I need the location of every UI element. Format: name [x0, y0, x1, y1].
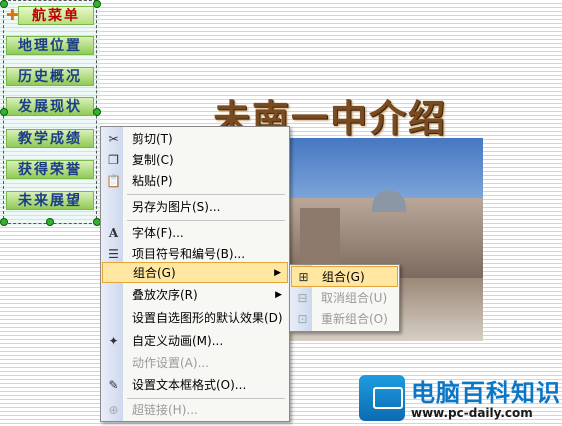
menu-item-action-settings[interactable]: 动作设置(A)... [102, 353, 288, 374]
paste-icon: 📋 [106, 174, 121, 188]
resize-handle[interactable] [0, 0, 8, 8]
ungroup-icon: ⊟ [297, 291, 308, 305]
scissors-icon: ✂ [108, 132, 119, 146]
menu-item-order[interactable]: 叠放次序(R) ▶ [102, 285, 288, 306]
animation-icon: ✦ [108, 334, 119, 348]
menu-item-format-textbox[interactable]: ✎ 设置文本框格式(O)... [102, 375, 288, 396]
menu-item-paste[interactable]: 📋 粘贴(P) [102, 171, 288, 192]
copy-icon: ❐ [108, 153, 119, 167]
regroup-icon: ⊡ [297, 312, 308, 326]
submenu-item-regroup[interactable]: ⊡ 重新组合(O) [291, 309, 398, 330]
submenu-arrow-icon: ▶ [275, 290, 282, 300]
selection-box [3, 0, 97, 224]
resize-handle[interactable] [93, 108, 101, 116]
menu-item-hyperlink[interactable]: ⊕ 超链接(H)... [102, 400, 288, 421]
group-submenu: ⊞ 组合(G) ⊟ 取消组合(U) ⊡ 重新组合(O) [289, 264, 400, 332]
menu-item-save-as-picture[interactable]: 另存为图片(S)... [102, 197, 288, 218]
submenu-item-group[interactable]: ⊞ 组合(G) [291, 266, 398, 287]
nav-panel: ✚ 航菜单 地理位置 历史概况 发展现状 教学成绩 获得荣誉 未来展望 [0, 0, 101, 226]
menu-item-copy[interactable]: ❐ 复制(C) [102, 150, 288, 171]
watermark-url: www.pc-daily.com [411, 406, 533, 420]
resize-handle[interactable] [0, 218, 8, 226]
format-textbox-icon: ✎ [108, 378, 119, 392]
resize-handle[interactable] [0, 108, 8, 116]
context-menu: ✂ 剪切(T) ❐ 复制(C) 📋 粘贴(P) 另存为图片(S)... A 字体… [100, 126, 290, 422]
menu-item-cut[interactable]: ✂ 剪切(T) [102, 129, 288, 150]
bullets-icon: ☰ [108, 247, 119, 261]
menu-item-font[interactable]: A 字体(F)... [102, 223, 288, 244]
submenu-arrow-icon: ▶ [274, 268, 281, 278]
menu-item-default-effect[interactable]: 设置自选图形的默认效果(D) [102, 308, 288, 329]
font-icon: A [108, 226, 119, 240]
resize-handle[interactable] [93, 0, 101, 8]
watermark-name: 电脑百科知识 [411, 379, 561, 407]
watermark-logo: 电脑百科知识 www.pc-daily.com [353, 371, 562, 426]
submenu-item-ungroup[interactable]: ⊟ 取消组合(U) [291, 288, 398, 309]
menu-item-group[interactable]: 组合(G) ▶ [102, 262, 288, 283]
menu-item-custom-animation[interactable]: ✦ 自定义动画(M)... [102, 331, 288, 352]
monitor-icon [359, 375, 405, 421]
group-icon: ⊞ [298, 270, 309, 284]
resize-handle[interactable] [46, 218, 54, 226]
hyperlink-icon: ⊕ [108, 403, 119, 417]
